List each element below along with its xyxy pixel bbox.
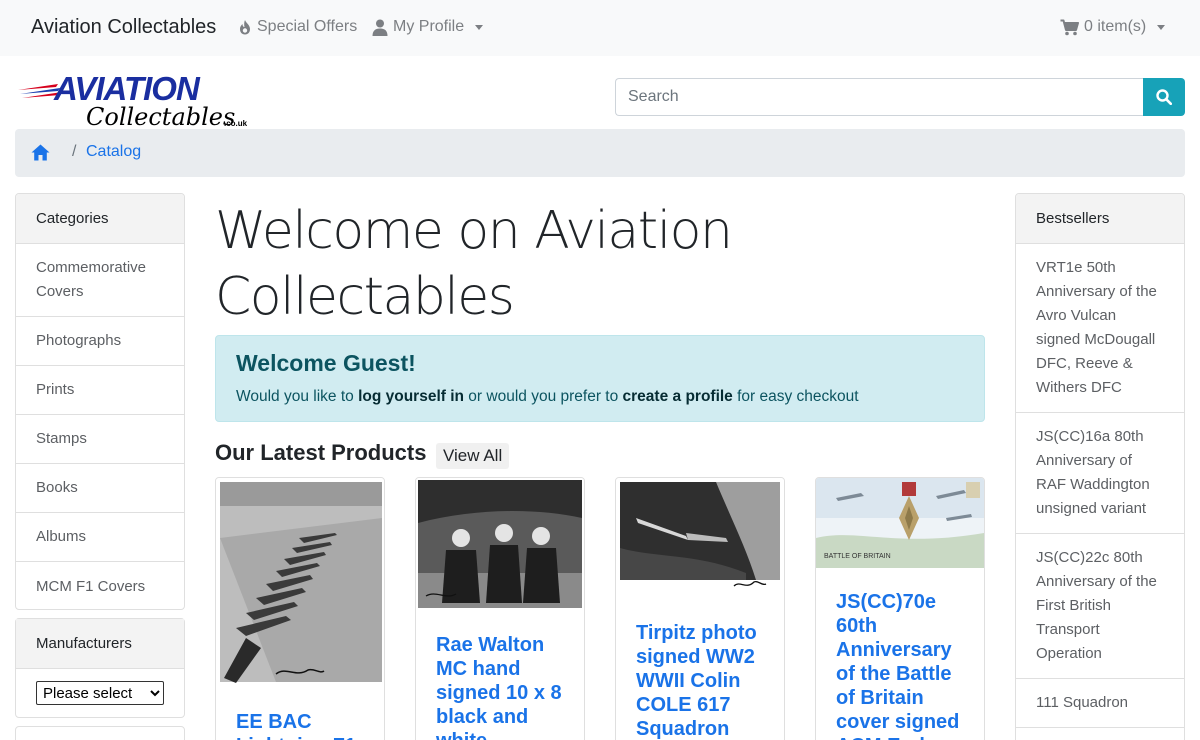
logo-text-top: AVIATION	[53, 70, 201, 107]
special-offers-link[interactable]: Special Offers	[238, 18, 357, 36]
product-image[interactable]	[416, 478, 584, 612]
category-item[interactable]: Albums	[16, 513, 184, 562]
caret-down-icon	[475, 24, 484, 30]
search-input[interactable]	[615, 78, 1144, 116]
manufacturers-card: Manufacturers Please select	[15, 618, 185, 718]
site-logo[interactable]: AVIATION Collectables .co.uk	[16, 70, 256, 130]
special-offers-label: Special Offers	[257, 18, 358, 35]
product-name[interactable]: JS(CC)70e 60th Anniversary of the Battle…	[836, 590, 971, 740]
product-card[interactable]: Tirpitz photo signed WW2 WWII Colin COLE…	[615, 477, 785, 740]
create-profile-link[interactable]: create a profile	[623, 388, 733, 405]
alert-title: Welcome Guest!	[236, 350, 416, 376]
home-icon[interactable]	[31, 144, 50, 161]
alert-text-part: or would you prefer to	[464, 388, 623, 405]
caret-down-icon	[1157, 24, 1166, 30]
alert-text: Would you like to log yourself in or wou…	[236, 388, 859, 406]
logo-text-bottom: Collectables	[86, 103, 235, 130]
product-name[interactable]: Rae Walton MC hand signed 10 x 8 black a…	[436, 633, 571, 740]
product-image[interactable]: BATTLE OF BRITAIN	[816, 478, 984, 568]
welcome-alert: Welcome Guest! Would you like to log you…	[215, 335, 985, 422]
top-navbar: Aviation Collectables Special Offers My …	[0, 0, 1200, 56]
product-card[interactable]: BATTLE OF BRITAIN JS(CC)70e 60th Anniver…	[815, 477, 985, 740]
logo-suffix: .co.uk	[224, 119, 248, 128]
product-name[interactable]: Tirpitz photo signed WW2 WWII Colin COLE…	[636, 621, 771, 740]
bestseller-item[interactable]: 111 Squadron	[1016, 679, 1184, 728]
search-icon	[1156, 89, 1172, 105]
page-title: Welcome on Aviation Collectables	[215, 201, 733, 327]
category-item[interactable]: Commemorative Covers	[16, 244, 184, 317]
brand-link[interactable]: Aviation Collectables	[31, 16, 216, 39]
fire-icon	[240, 20, 250, 35]
bestsellers-card: Bestsellers VRT1e 50th Anniversary of th…	[1015, 193, 1185, 740]
alert-text-part: for easy checkout	[732, 388, 859, 405]
category-item[interactable]: Stamps	[16, 415, 184, 464]
login-link[interactable]: log yourself in	[358, 388, 464, 405]
cart-dropdown[interactable]: 0 item(s)	[1060, 18, 1166, 36]
breadcrumb-separator: /	[72, 143, 77, 160]
product-image-caption: BATTLE OF BRITAIN	[824, 553, 891, 560]
search-button[interactable]	[1143, 78, 1185, 116]
bestseller-item[interactable]: VRT1e 50th Anniversary of the Avro Vulca…	[1016, 244, 1184, 413]
breadcrumb: / Catalog	[15, 129, 1185, 177]
category-item[interactable]: Photographs	[16, 317, 184, 366]
cart-icon	[1060, 19, 1079, 35]
categories-header: Categories	[16, 194, 184, 244]
manufacturer-select[interactable]: Please select	[36, 681, 164, 705]
bestseller-item[interactable]: JS(CC)22c 80th Anniversary of the First …	[1016, 534, 1184, 679]
cart-label: 0 item(s)	[1084, 18, 1147, 35]
product-image[interactable]	[216, 478, 384, 689]
categories-card: Categories Commemorative Covers Photogra…	[15, 193, 185, 610]
user-icon	[372, 19, 388, 36]
product-image[interactable]	[616, 478, 784, 599]
breadcrumb-catalog-link[interactable]: Catalog	[86, 143, 141, 161]
category-item[interactable]: Books	[16, 464, 184, 513]
category-item[interactable]: MCM F1 Covers	[16, 562, 184, 609]
product-card[interactable]: Rae Walton MC hand signed 10 x 8 black a…	[415, 477, 585, 740]
sidebar-card	[15, 726, 185, 740]
my-profile-label: My Profile	[393, 18, 465, 35]
alert-text-part: Would you like to	[236, 388, 359, 405]
bestseller-item[interactable]: JS(CC)16a 80th Anniversary of RAF Waddin…	[1016, 413, 1184, 534]
manufacturers-header: Manufacturers	[16, 619, 184, 669]
category-item[interactable]: Prints	[16, 366, 184, 415]
product-name[interactable]: EE BAC Lightning F1	[236, 710, 371, 740]
my-profile-dropdown[interactable]: My Profile	[372, 18, 484, 36]
search-form	[615, 78, 1185, 116]
bestsellers-header: Bestsellers	[1016, 194, 1184, 244]
product-card[interactable]: EE BAC Lightning F1	[215, 477, 385, 740]
view-all-button[interactable]: View All	[436, 443, 510, 469]
latest-products-title: Our Latest Products	[215, 440, 427, 465]
